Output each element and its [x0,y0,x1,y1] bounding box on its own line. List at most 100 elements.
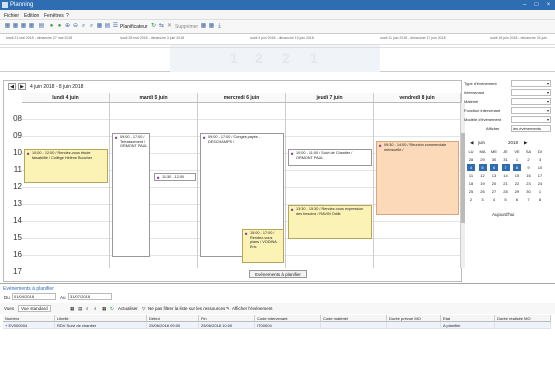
link-icon[interactable]: ⇆ [158,23,165,30]
supprimer-button[interactable]: Supprimer [175,24,198,30]
calendar-event[interactable]: ☻ 13:30 - 15:30 / Rendez-vous expression… [288,205,372,239]
col-header[interactable]: Etat [441,315,495,322]
search-icon[interactable]: ⌕ [80,23,87,30]
mini-cal-day[interactable]: 10 [536,164,544,171]
calendar-event[interactable]: ☻ 09:30 - 14:00 / Réunion commerciale me… [376,141,459,215]
mini-cal-day[interactable]: 5 [478,164,487,171]
table-cell[interactable]: 25/06/2018 10:00 [199,322,255,329]
mini-cal-month[interactable]: juin [478,140,485,145]
mini-cal-day[interactable]: 14 [502,172,510,179]
type-evenement-dropdown[interactable]: ▾ [511,80,551,87]
col-header[interactable]: Durée prévue MO [387,315,441,322]
materiel-dropdown[interactable]: ▾ [511,98,551,105]
table-cell[interactable] [495,322,551,329]
refresh-icon[interactable]: ↻ [110,306,114,312]
workweek-view-icon[interactable]: ▦ [20,23,27,30]
new-icon[interactable]: ● [48,23,55,30]
modele-evenement-dropdown[interactable]: ▾ [511,116,551,123]
fonction-intervenant-dropdown[interactable]: ▾ [511,107,551,114]
planificateur-button[interactable]: Planificateur [120,24,148,30]
intervenant-dropdown[interactable]: ▾ [511,89,551,96]
mini-cal-day[interactable]: 30 [490,156,498,163]
prev-month-icon[interactable]: ◀ [470,140,473,146]
close-icon[interactable]: × [544,1,553,9]
day-column[interactable] [286,103,374,268]
mini-cal-day[interactable]: 13 [490,172,498,179]
mini-cal-day[interactable]: 7 [501,164,510,171]
mini-cal-day[interactable]: 30 [525,188,533,195]
table-cell[interactable]: RDV Suivi de chantier [55,322,147,329]
mini-cal-day[interactable]: 7 [525,196,533,203]
grid-icon[interactable]: ▤ [78,306,82,312]
table-cell[interactable] [321,322,387,329]
mini-cal-day[interactable]: 20 [490,180,498,187]
mini-cal-day[interactable]: 26 [479,188,487,195]
calendar-alt-icon[interactable]: ▦ [208,23,215,30]
today-button[interactable]: Aujourd'hui [492,212,514,217]
mini-cal-year[interactable]: 2018 [508,140,518,145]
calendar-event[interactable]: ☻ 11:30 - 12:00 [154,173,196,181]
day-view-icon[interactable]: ▦ [4,23,11,30]
export-icon[interactable]: ⤓ [216,23,223,30]
day-header[interactable]: mardi 5 juin [110,93,198,103]
mini-cal-day[interactable]: 15 [513,172,521,179]
next-week-icon[interactable]: ▶ [18,83,26,90]
mini-cal-day[interactable]: 16 [525,172,533,179]
col-header[interactable]: Libellé [55,315,147,322]
mini-cal-day[interactable]: 29 [513,188,521,195]
events-to-plan-button[interactable]: Evénements à planifier [249,270,307,278]
mini-cal-day[interactable]: 6 [513,196,521,203]
col-header[interactable]: Durée réalisée MO [495,315,551,322]
table-cell[interactable]: 25/06/2018 09:00 [147,322,199,329]
mini-cal-day[interactable]: 1 [513,156,521,163]
zoom-out-icon[interactable]: ⊖ [72,23,79,30]
mini-cal-day[interactable]: 29 [479,156,487,163]
grid-icon[interactable]: ▦ [96,23,103,30]
vue-dropdown[interactable]: Vue standard [18,305,51,312]
au-input[interactable]: 31/07/2018 [68,293,112,300]
filter-icon[interactable]: ⌕ [88,23,95,30]
mini-cal-day[interactable]: 5 [502,196,510,203]
menu-help[interactable]: ? [66,13,69,19]
pencil-icon[interactable]: ✎ [226,306,230,312]
mini-cal-day[interactable]: 4 [490,196,498,203]
prev-week-icon[interactable]: ◀ [8,83,16,90]
month-view-icon[interactable]: ▦ [28,23,35,30]
du-input[interactable]: 01/04/2018 [12,293,56,300]
day-header[interactable]: lundi 4 juin [22,93,110,103]
mini-cal-day[interactable]: 4 [467,164,475,171]
actualiser-button[interactable]: Actualiser [118,306,138,311]
mini-cal-day[interactable]: 28 [502,188,510,195]
show-event-button[interactable]: Afficher l'événement [232,306,273,311]
search-icon[interactable]: ⌕ [86,306,89,311]
mini-cal-day[interactable]: 21 [502,180,510,187]
zoom-in-icon[interactable]: ⊕ [64,23,71,30]
list-icon[interactable]: ▤ [104,23,111,30]
timeline-view-icon[interactable]: ▤ [38,23,45,30]
week-view-icon[interactable]: ▦ [12,23,19,30]
menu-edition[interactable]: Edition [24,13,39,19]
mini-cal-day[interactable]: 28 [467,156,475,163]
day-header[interactable]: jeudi 7 juin [286,93,374,103]
minimize-icon[interactable]: – [520,1,529,9]
mini-cal-day[interactable]: 27 [490,188,498,195]
planner-icon[interactable]: ☰ [112,23,119,30]
mini-cal-day[interactable]: 3 [479,196,487,203]
table-cell[interactable]: IT00004 [255,322,321,329]
col-header[interactable]: Code intervenant [255,315,321,322]
refresh-icon[interactable]: ↻ [150,23,157,30]
mini-cal-day[interactable]: 31 [502,156,510,163]
mini-cal-day[interactable]: 22 [513,180,521,187]
day-header[interactable]: mercredi 6 juin [198,93,286,103]
table-cell[interactable]: A planifier [441,322,495,329]
table-cell[interactable] [387,322,441,329]
no-filter-button[interactable]: Ne pas filtrer la liste sur les ressourc… [148,306,225,311]
calendar-event[interactable]: ☻ 10:00 - 12:00 / Rendez-vous étude fais… [24,149,108,183]
mini-cal-day[interactable]: 19 [479,180,487,187]
col-header[interactable]: Début [147,315,199,322]
table-cell[interactable]: + EV000004 [3,322,55,329]
mini-cal-day[interactable]: 12 [479,172,487,179]
layout-icon[interactable]: ▦ [102,306,106,312]
mini-cal-day[interactable]: 1 [536,188,544,195]
mini-cal-day[interactable]: 3 [536,156,544,163]
